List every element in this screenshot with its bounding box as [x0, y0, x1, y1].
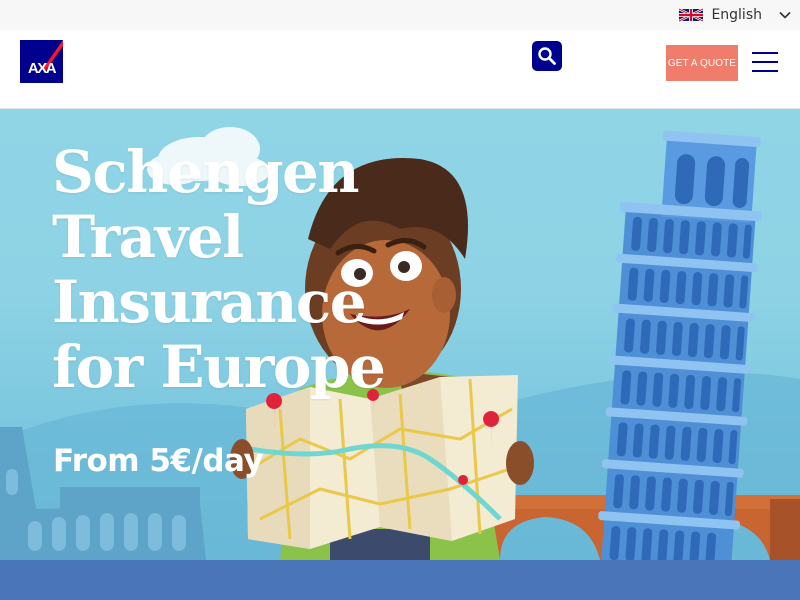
- language-label: English: [711, 7, 762, 23]
- site-header: AXA GET A QUOTE: [0, 30, 800, 109]
- logo-text: AXA: [28, 60, 57, 77]
- hero-title-line: for Europe: [52, 333, 386, 401]
- language-bar: English: [0, 0, 800, 30]
- bottom-band: [0, 560, 800, 600]
- menu-line: [752, 52, 778, 54]
- menu-line: [752, 70, 778, 72]
- search-icon: [538, 47, 556, 65]
- axa-logo[interactable]: AXA: [20, 40, 63, 83]
- search-button[interactable]: [532, 41, 562, 71]
- hamburger-menu-icon[interactable]: [752, 50, 780, 74]
- hero-title-line: Insurance: [52, 268, 367, 336]
- uk-flag-icon: [679, 8, 704, 22]
- menu-line: [752, 61, 778, 63]
- language-selector[interactable]: English: [679, 0, 792, 30]
- hero-title-line: Travel: [52, 203, 244, 271]
- chevron-down-icon: [779, 11, 791, 19]
- hero-title-line: Schengen: [52, 138, 360, 206]
- hero-banner: Schengen Travel Insurance for Europe Fro…: [0, 109, 800, 560]
- hero-title: Schengen Travel Insurance for Europe: [52, 140, 472, 400]
- get-a-quote-button[interactable]: GET A QUOTE: [666, 45, 738, 81]
- hero-price: From 5€/day: [53, 443, 264, 479]
